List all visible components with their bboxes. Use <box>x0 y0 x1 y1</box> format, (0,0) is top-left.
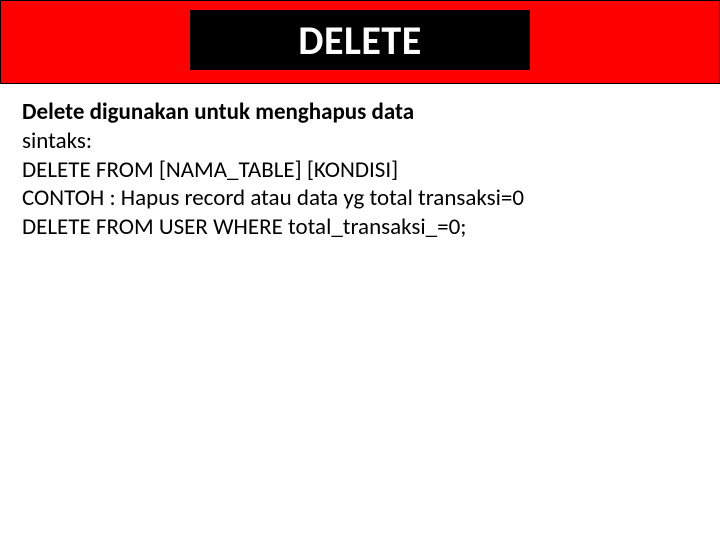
syntax-label: sintaks: <box>22 127 698 156</box>
slide-header: DELETE <box>0 0 720 84</box>
example-label: CONTOH : Hapus record atau data yg total… <box>22 184 698 213</box>
syntax-line: DELETE FROM [NAMA_TABLE] [KONDISI] <box>22 156 698 185</box>
title-box: DELETE <box>190 10 530 70</box>
description-line: Delete digunakan untuk menghapus data <box>22 98 698 127</box>
slide-content: Delete digunakan untuk menghapus data si… <box>0 84 720 242</box>
slide-title: DELETE <box>298 16 421 65</box>
example-line: DELETE FROM USER WHERE total_transaksi_=… <box>22 213 698 242</box>
